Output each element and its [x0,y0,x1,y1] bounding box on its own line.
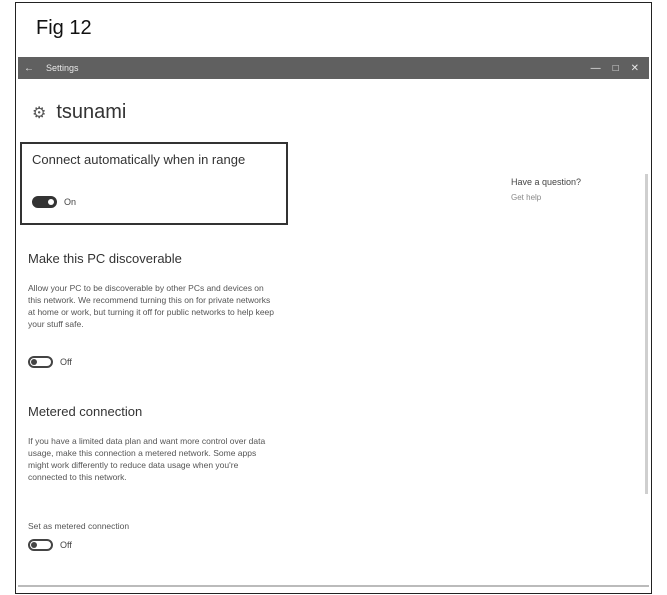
metered-toggle-row: Off [28,539,72,551]
window-controls: — □ ✕ [591,63,649,74]
close-icon[interactable]: ✕ [631,63,639,74]
auto-connect-highlight: Connect automatically when in range On [20,142,288,225]
back-arrow-icon[interactable]: ← [18,63,40,74]
figure-label: Fig 12 [36,17,92,39]
discoverable-state: Off [60,357,72,367]
window-title: Settings [46,63,79,73]
maximize-icon[interactable]: □ [613,63,619,74]
metered-state: Off [60,540,72,550]
title-bar: ← Settings — □ ✕ [18,57,649,79]
get-help-link[interactable]: Get help [511,193,541,202]
metered-description: If you have a limited data plan and want… [28,436,266,482]
settings-content: ⚙ tsunami Connect automatically when in … [18,79,649,591]
discoverable-toggle[interactable] [28,356,53,368]
settings-window: ← Settings — □ ✕ ⚙ tsunami Connect autom… [18,57,649,591]
figure-frame: Fig 12 ← Settings — □ ✕ ⚙ tsunami Connec… [15,2,652,594]
auto-connect-toggle-row: On [32,196,76,208]
gear-icon: ⚙ [32,104,47,122]
scrollbar[interactable] [645,174,648,494]
metered-toggle[interactable] [28,539,53,551]
page-title: tsunami [56,101,127,123]
discoverable-heading: Make this PC discoverable [28,251,182,266]
help-question: Have a question? [511,177,582,187]
bottom-divider [18,585,649,587]
metered-set-label: Set as metered connection [28,521,130,531]
auto-connect-state: On [64,197,77,207]
metered-heading: Metered connection [28,404,143,419]
discoverable-description: Allow your PC to be discoverable by othe… [28,283,275,329]
discoverable-toggle-row: Off [28,356,72,368]
auto-connect-heading: Connect automatically when in range [32,152,246,167]
page-header: ⚙ tsunami [32,101,126,124]
minimize-icon[interactable]: — [591,63,601,74]
auto-connect-toggle[interactable] [32,196,57,208]
